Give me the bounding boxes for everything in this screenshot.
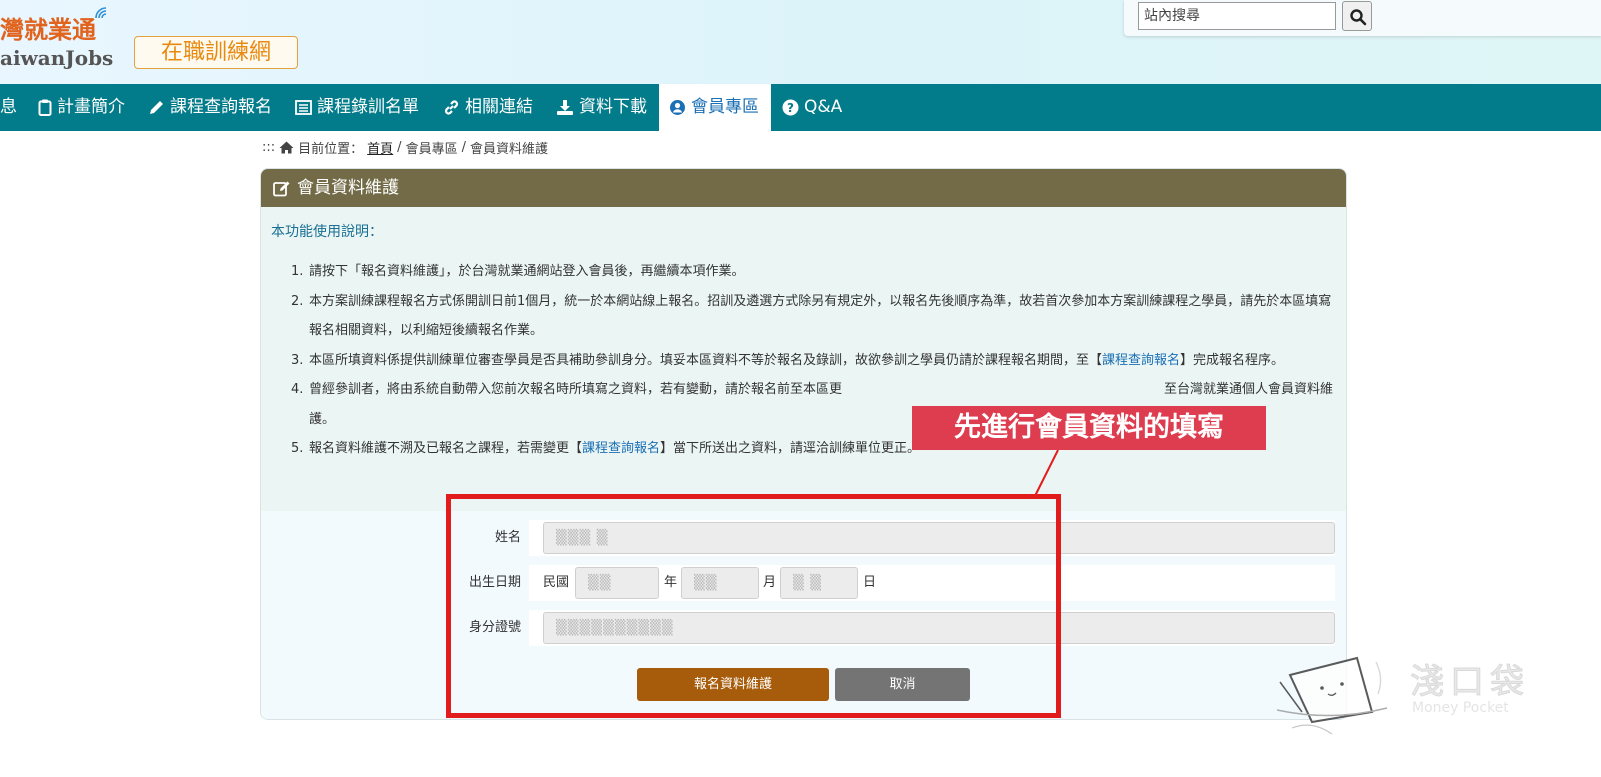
search-button[interactable] xyxy=(1342,1,1372,31)
site-header: 灣就業通 aiwanJobs 在職訓練網 xyxy=(0,0,1601,84)
clipboard-icon xyxy=(38,99,52,116)
list-icon xyxy=(295,100,312,115)
signal-wave-icon xyxy=(95,7,107,19)
nav-item-admission-list[interactable]: 課程錄訓名單 xyxy=(287,84,427,131)
question-circle-icon: ? xyxy=(782,99,799,116)
watermark-subtitle: Money Pocket xyxy=(1412,700,1509,716)
breadcrumb-prefix: ::: xyxy=(262,140,276,155)
intro-heading: 本功能使用說明： xyxy=(271,224,383,240)
nav-item-label: 課程錄訓名單 xyxy=(317,97,419,117)
nav-item-course-search[interactable]: 課程查詢報名 xyxy=(140,84,280,131)
nav-item-news[interactable]: 息 xyxy=(0,84,25,131)
list-item: 1. 請按下「報名資料維護」，於台灣就業通網站登入會員後，再繼續本項作業。 xyxy=(291,264,745,279)
pocket-mascot-icon xyxy=(1276,656,1388,735)
nav-item-label: 課程查詢報名 xyxy=(170,97,272,117)
breadcrumb-current: 會員資料維護 xyxy=(469,142,548,157)
main-nav: 息 計畫簡介 課程查詢報名 課程錄訓名單 相關連結 資料下載 會員專區 ? Q&… xyxy=(0,84,1601,131)
watermark-title: 淺口袋 xyxy=(1410,662,1530,703)
course-search-link[interactable]: 課程查詢報名 xyxy=(582,441,660,456)
highlight-box xyxy=(446,494,1061,718)
nav-item-label: 息 xyxy=(0,97,17,117)
breadcrumb-separator: / xyxy=(397,140,402,155)
home-icon xyxy=(279,141,294,154)
site-name-badge[interactable]: 在職訓練網 xyxy=(134,36,298,69)
panel-header: 會員資料維護 xyxy=(261,169,1346,207)
breadcrumb-separator: / xyxy=(461,140,466,155)
panel-title: 會員資料維護 xyxy=(297,178,399,198)
watermark: 淺口袋 Money Pocket xyxy=(1272,650,1552,745)
breadcrumb-member: 會員專區 xyxy=(405,142,458,157)
callout-pointer xyxy=(1034,450,1059,497)
search-area xyxy=(1124,0,1601,36)
nav-item-downloads[interactable]: 資料下載 xyxy=(548,84,655,131)
search-input[interactable] xyxy=(1138,2,1336,30)
nav-item-label: 會員專區 xyxy=(691,97,759,117)
nav-item-label: 資料下載 xyxy=(579,97,647,117)
edit-icon xyxy=(273,181,290,196)
annotation-callout: 先進行會員資料的填寫 xyxy=(912,406,1266,450)
nav-item-label: Q&A xyxy=(804,97,843,117)
svg-text:?: ? xyxy=(787,101,794,115)
course-search-link[interactable]: 課程查詢報名 xyxy=(1102,353,1180,368)
nav-item-member-area[interactable]: 會員專區 xyxy=(659,84,771,131)
logo-sub-text[interactable]: aiwanJobs xyxy=(0,46,113,70)
breadcrumb-label: 目前位置： xyxy=(298,142,364,157)
nav-item-related-links[interactable]: 相關連結 xyxy=(435,84,541,131)
breadcrumb: ::: 目前位置： 首頁 / 會員專區 / 會員資料維護 xyxy=(262,138,548,157)
logo-main-text[interactable]: 灣就業通 xyxy=(0,10,96,45)
search-icon xyxy=(1350,9,1367,26)
breadcrumb-home-link[interactable]: 首頁 xyxy=(367,138,393,157)
nav-item-label: 相關連結 xyxy=(465,97,533,117)
nav-item-plan-intro[interactable]: 計畫簡介 xyxy=(30,84,133,131)
download-icon xyxy=(557,100,573,115)
link-icon xyxy=(444,100,459,115)
list-item: 3. 本區所填資料係提供訓練單位審查學員是否具補助參訓身分。填妥本區資料不等於報… xyxy=(291,352,1285,368)
list-item: 2. 本方案訓練課程報名方式係開訓日前1個月，統一於本網站線上報名。招訓及遴選方… xyxy=(291,293,1332,339)
pencil-icon xyxy=(150,101,163,114)
user-circle-icon xyxy=(670,100,685,115)
nav-item-label: 計畫簡介 xyxy=(57,97,125,117)
nav-item-qa[interactable]: ? Q&A xyxy=(774,84,850,131)
